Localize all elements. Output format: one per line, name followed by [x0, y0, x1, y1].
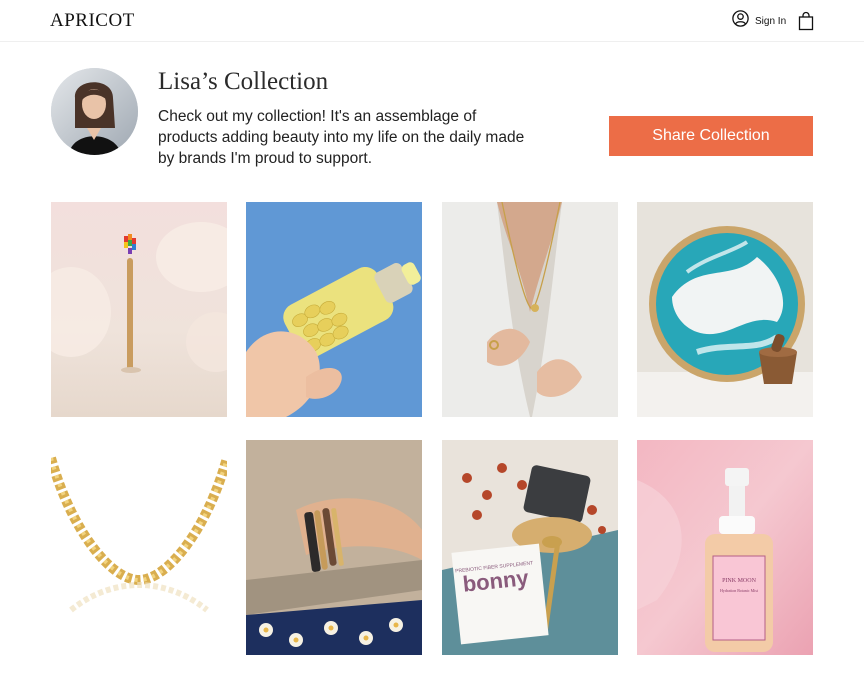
sign-in-label: Sign In: [755, 15, 787, 27]
profile-avatar: [51, 68, 138, 155]
product-tile-resin-tray[interactable]: [637, 202, 813, 417]
shopping-bag-icon[interactable]: [798, 11, 814, 31]
collection-description: Check out my collection! It's an assembl…: [158, 108, 525, 167]
share-collection-button[interactable]: Share Collection: [609, 116, 813, 156]
product-tile-initial-necklace[interactable]: [442, 202, 618, 417]
product-tile-vitamin-bottle[interactable]: [246, 202, 422, 417]
collection-title: Lisa’s Collection: [158, 68, 329, 95]
product-tile-beaded-bracelets[interactable]: [246, 440, 422, 655]
product-tile-bamboo-toothbrush[interactable]: [51, 202, 227, 417]
mist-small-label: Hydration Botanic Mist: [720, 588, 759, 593]
user-circle-icon: [732, 10, 749, 32]
apricot-logo[interactable]: APRICOT: [50, 10, 135, 32]
product-tile-mist-bottle[interactable]: PINK MOON Hydration Botanic Mist: [637, 440, 813, 655]
mist-brand-label: PINK MOON: [722, 578, 757, 584]
product-tile-gold-chain-necklace[interactable]: [51, 440, 227, 655]
sign-in-link[interactable]: Sign In: [732, 10, 787, 32]
product-tile-fiber-supplement[interactable]: PREBIOTIC FIBER SUPPLEMENT bonny: [442, 440, 618, 655]
site-header: APRICOT Sign In: [0, 0, 864, 42]
